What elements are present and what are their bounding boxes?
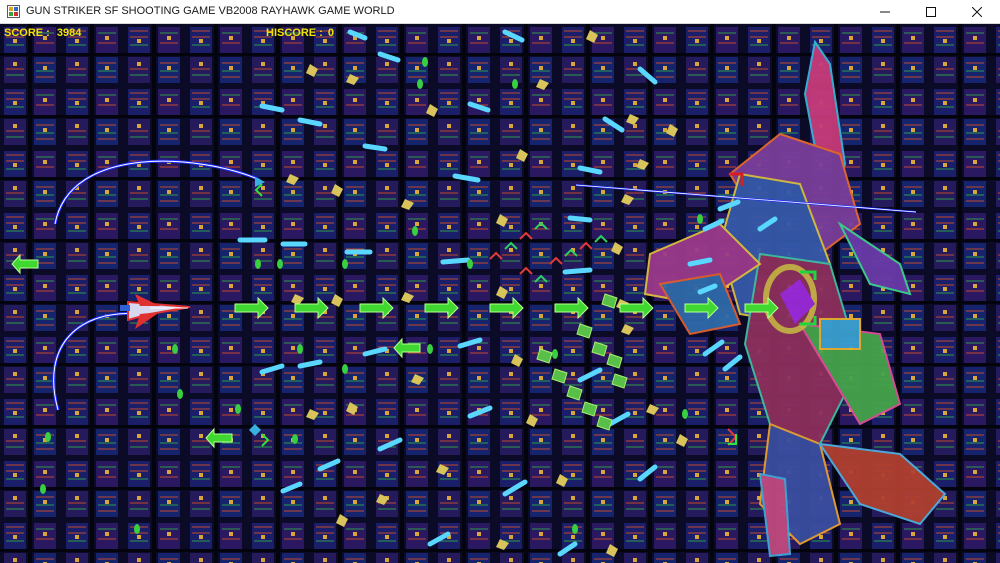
window-title: GUN STRIKER SF SHOOTING GAME VB2008 RAYH…	[26, 5, 395, 17]
maximize-icon	[926, 7, 936, 17]
game-canvas[interactable]: SCORE : 3984 HISCORE : 0	[0, 24, 1000, 563]
score-value: 3984	[56, 27, 82, 39]
hiscore-label: HISCORE	[266, 27, 317, 39]
window-titlebar: GUN STRIKER SF SHOOTING GAME VB2008 RAYH…	[0, 0, 1000, 24]
app-window-icon[interactable]	[7, 5, 20, 18]
maximize-button[interactable]	[908, 0, 954, 24]
minimize-button[interactable]	[862, 0, 908, 24]
close-button[interactable]	[954, 0, 1000, 24]
minimize-icon	[880, 11, 890, 13]
game-scene	[0, 24, 1000, 563]
score-label: SCORE	[4, 27, 44, 39]
score-display: SCORE : 3984	[4, 27, 82, 39]
hiscore-value: 0	[327, 27, 335, 39]
close-icon	[972, 7, 982, 17]
hiscore-display: HISCORE : 0	[266, 27, 335, 39]
